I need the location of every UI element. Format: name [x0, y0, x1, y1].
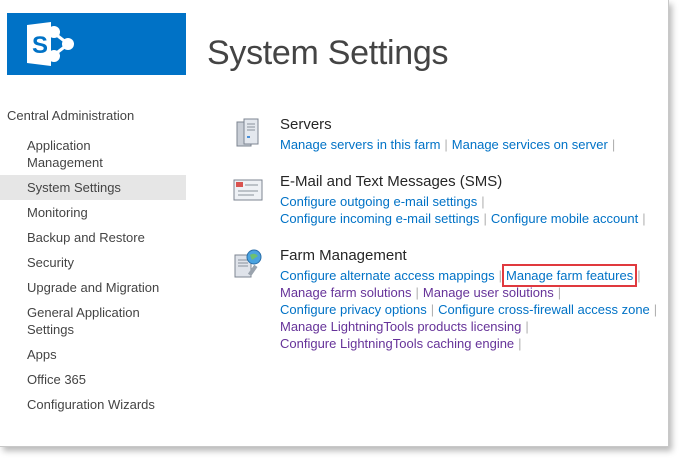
nav-item-label: Monitoring: [27, 205, 88, 220]
link-separator: |: [653, 302, 658, 317]
farm-management-icon: [234, 249, 262, 278]
link-row: Configure privacy options | Configure cros…: [280, 301, 668, 318]
link-separator: |: [444, 137, 448, 152]
link-configure-cross-firewall-access-zone[interactable]: Configure cross-firewall access zone: [438, 302, 650, 317]
sharepoint-logo[interactable]: S: [7, 13, 186, 75]
link-separator: |: [481, 194, 485, 209]
sharepoint-central-admin-window: S System Settings Central Administration…: [0, 0, 669, 447]
link-separator: |: [430, 302, 435, 317]
link-manage-farm-features[interactable]: Manage farm features: [502, 264, 638, 287]
nav-item-office-365[interactable]: Office 365: [0, 367, 186, 392]
nav-item-label: Management: [27, 155, 103, 170]
link-configure-alternate-access-mappings[interactable]: Configure alternate access mappings: [280, 268, 495, 283]
nav-item-application-management[interactable]: Application Management: [0, 133, 186, 175]
email-links: Configure outgoing e-mail settings | Confi…: [280, 193, 668, 227]
link-row: Configure outgoing e-mail settings |: [280, 193, 668, 210]
nav-item-security[interactable]: Security: [0, 250, 186, 275]
link-separator: |: [498, 268, 503, 283]
nav-item-backup-and-restore[interactable]: Backup and Restore: [0, 225, 186, 250]
servers-heading: Servers: [280, 116, 332, 133]
servers-icon: [236, 118, 259, 147]
link-configure-mobile-account[interactable]: Configure mobile account: [491, 211, 638, 226]
nav-item-label: Apps: [27, 347, 57, 362]
farm-management-links: Configure alternate access mappings | Mana…: [280, 264, 668, 352]
link-separator: |: [611, 137, 616, 152]
link-manage-lightningtools-products-licensing[interactable]: Manage LightningTools products licensing: [280, 319, 521, 334]
link-row: Configure alternate access mappings | Mana…: [280, 264, 668, 287]
nav-item-label: Security: [27, 255, 74, 270]
link-separator: |: [518, 336, 522, 351]
nav-item-configuration-wizards[interactable]: Configuration Wizards: [0, 392, 186, 417]
link-separator: |: [642, 211, 646, 226]
link-row: Manage LightningTools products licensing…: [280, 318, 668, 335]
page-title: System Settings: [207, 34, 449, 72]
link-row: Manage farm solutions | Manage user soluti…: [280, 284, 668, 301]
nav-item-label: System Settings: [27, 180, 121, 195]
link-manage-services-on-server[interactable]: Manage services on server: [452, 137, 608, 152]
link-configure-lightningtools-caching-engine[interactable]: Configure LightningTools caching engine: [280, 336, 514, 351]
link-separator: |: [637, 268, 641, 283]
nav-item-label: Upgrade and Migration: [27, 280, 160, 295]
quick-launch-nav: Central Administration Application Manage…: [0, 106, 186, 417]
nav-list: Application Management System Settings Moni…: [0, 133, 186, 417]
link-separator: |: [557, 285, 562, 300]
link-manage-user-solutions[interactable]: Manage user solutions: [423, 285, 554, 300]
nav-item-upgrade-and-migration[interactable]: Upgrade and Migration: [0, 275, 186, 300]
link-manage-servers-in-this-farm[interactable]: Manage servers in this farm: [280, 137, 440, 152]
email-heading: E-Mail and Text Messages (SMS): [280, 173, 503, 190]
link-separator: |: [483, 211, 487, 226]
nav-item-label: Backup and Restore: [27, 230, 145, 245]
link-configure-incoming-e-mail-settings[interactable]: Configure incoming e-mail settings: [280, 211, 479, 226]
nav-item-label: Settings: [27, 322, 74, 337]
nav-item-label: General Application: [27, 305, 140, 320]
nav-item-monitoring[interactable]: Monitoring: [0, 200, 186, 225]
link-configure-privacy-options[interactable]: Configure privacy options: [280, 302, 427, 317]
link-separator: |: [525, 319, 529, 334]
servers-links: Manage servers in this farm | Manage servi…: [280, 136, 668, 153]
link-separator: |: [415, 285, 419, 300]
nav-item-label: Office 365: [27, 372, 87, 387]
link-row: Configure LightningTools caching engine |: [280, 335, 668, 352]
nav-item-label: Application: [27, 138, 91, 153]
farm-management-heading: Farm Management: [280, 247, 407, 264]
link-row: Configure incoming e-mail settings | Confi…: [280, 210, 668, 227]
nav-item-system-settings[interactable]: System Settings: [0, 175, 186, 200]
nav-item-label: Configuration Wizards: [27, 397, 155, 412]
link-row: Manage servers in this farm | Manage servi…: [280, 136, 668, 153]
nav-root-central-administration[interactable]: Central Administration: [0, 106, 186, 126]
nav-item-apps[interactable]: Apps: [0, 342, 186, 367]
nav-item-general-application-settings[interactable]: General Application Settings: [0, 300, 186, 342]
sharepoint-logo-icon: S: [27, 22, 74, 66]
link-manage-farm-solutions[interactable]: Manage farm solutions: [280, 285, 412, 300]
link-configure-outgoing-e-mail-settings[interactable]: Configure outgoing e-mail settings: [280, 194, 477, 209]
email-icon: [233, 179, 263, 201]
svg-text:S: S: [32, 32, 48, 59]
